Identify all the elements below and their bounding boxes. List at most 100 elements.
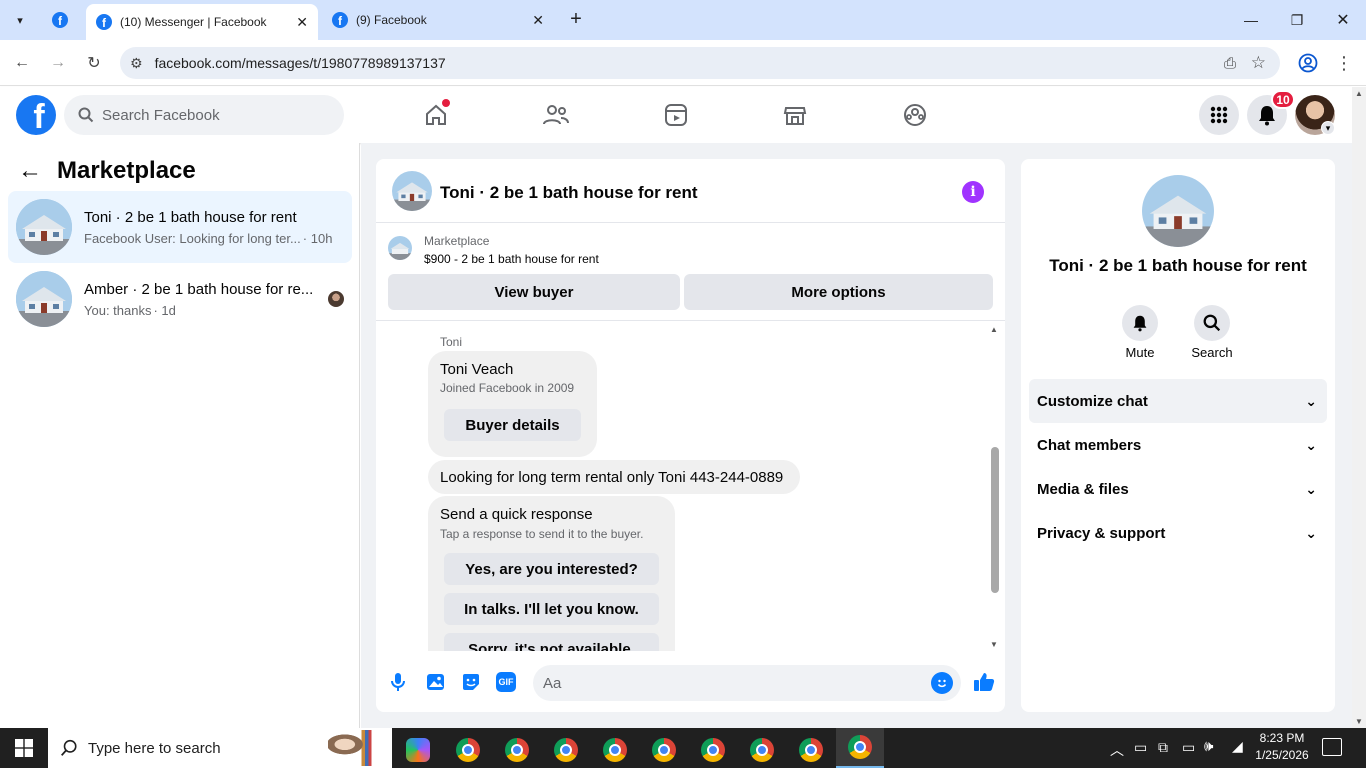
buyer-details-button[interactable]: Buyer details xyxy=(444,409,581,441)
chrome-profile-icon[interactable] xyxy=(740,732,784,768)
quick-response-option[interactable]: Yes, are you interested? xyxy=(444,553,659,585)
sticker-icon[interactable] xyxy=(460,671,482,693)
message-list[interactable]: Toni Toni Veach Joined Facebook in 2009 … xyxy=(376,321,1005,651)
scroll-up-icon[interactable]: ▲ xyxy=(990,325,998,334)
listing-title[interactable]: $900 - 2 be 1 bath house for rent xyxy=(424,252,599,266)
page-scrollbar[interactable]: ▲ ▼ xyxy=(1352,87,1366,728)
accordion-privacy-support[interactable]: Privacy & support ⌄ xyxy=(1029,511,1327,555)
address-bar[interactable]: ⚙ facebook.com/messages/t/19807789891371… xyxy=(120,47,1280,79)
chat-header-thumbnail[interactable] xyxy=(392,171,432,211)
network-icon[interactable]: ◢ xyxy=(1232,738,1243,755)
reload-icon[interactable]: ↻ xyxy=(80,49,108,77)
tab-search-chevron-icon[interactable]: ▾ xyxy=(8,8,32,32)
back-arrow-icon[interactable]: ← xyxy=(8,49,36,77)
seen-avatar xyxy=(328,291,344,307)
chevron-down-icon: ⌄ xyxy=(1305,524,1317,541)
search-facebook-input[interactable]: Search Facebook xyxy=(64,95,344,135)
scroll-thumb[interactable] xyxy=(991,447,999,593)
chat-title[interactable]: Toni · 2 be 1 bath house for rent xyxy=(440,183,698,203)
quick-response-option[interactable]: In talks. I'll let you know. xyxy=(444,593,659,625)
meet-now-icon[interactable]: ▭ xyxy=(1134,739,1147,756)
video-icon[interactable] xyxy=(660,99,692,131)
browser-tab-strip: ▾ f f (10) Messenger | Facebook ✕ f (9) … xyxy=(0,0,1366,40)
close-window-icon[interactable]: ✕ xyxy=(1320,0,1366,40)
copilot-icon[interactable] xyxy=(396,732,440,768)
chrome-profile-icon[interactable] xyxy=(789,732,833,768)
buyer-profile-card: Toni Veach Joined Facebook in 2009 Buyer… xyxy=(428,351,597,457)
view-buyer-button[interactable]: View buyer xyxy=(388,274,680,310)
listing-thumbnail xyxy=(16,271,72,327)
browser-toolbar: ← → ↻ ⚙ facebook.com/messages/t/19807789… xyxy=(0,40,1366,86)
mute-label[interactable]: Mute xyxy=(1110,345,1170,360)
chrome-profile-icon[interactable] xyxy=(495,732,539,768)
battery-icon[interactable]: ▭ xyxy=(1182,739,1195,756)
new-tab-icon[interactable]: + xyxy=(566,8,586,32)
scroll-down-icon[interactable]: ▼ xyxy=(990,640,998,649)
friends-icon[interactable] xyxy=(540,99,572,131)
bookmark-star-icon[interactable]: ☆ xyxy=(1251,53,1266,73)
accordion-customize-chat[interactable]: Customize chat ⌄ xyxy=(1029,379,1327,423)
divider xyxy=(376,222,1005,223)
listing-mini-thumbnail xyxy=(388,236,412,260)
more-options-button[interactable]: More options xyxy=(684,274,993,310)
quick-response-option[interactable]: Sorry, it's not available. xyxy=(444,633,659,651)
show-hidden-icons-chevron[interactable]: ︿ xyxy=(1110,740,1124,760)
chrome-icon[interactable] xyxy=(446,732,490,768)
photo-icon[interactable] xyxy=(424,671,446,693)
account-chevron-icon[interactable]: ▾ xyxy=(1321,121,1335,135)
accordion-label: Customize chat xyxy=(1037,392,1148,410)
menu-grid-icon[interactable] xyxy=(1199,95,1239,135)
search-icon[interactable] xyxy=(1194,305,1230,341)
info-icon[interactable]: i xyxy=(962,181,984,203)
gif-icon[interactable]: GIF xyxy=(496,672,516,692)
notification-center-icon[interactable] xyxy=(1322,738,1342,756)
conversation-time: · 1d xyxy=(153,302,176,318)
site-info-icon[interactable]: ⚙ xyxy=(130,55,143,72)
search-label[interactable]: Search xyxy=(1182,345,1242,360)
gaming-groups-icon[interactable] xyxy=(899,99,931,131)
mute-bell-icon[interactable] xyxy=(1122,305,1158,341)
taskbar-clock[interactable]: 8:23 PM 1/25/2026 xyxy=(1250,731,1314,762)
details-listing-photo[interactable] xyxy=(1142,175,1214,247)
chrome-active-window-icon[interactable] xyxy=(836,728,884,768)
home-notification-dot xyxy=(442,99,450,107)
close-tab-icon[interactable]: ✕ xyxy=(532,12,544,29)
chrome-profile-icon[interactable] xyxy=(642,732,686,768)
marketplace-icon[interactable] xyxy=(779,99,811,131)
tab-messenger[interactable]: f (10) Messenger | Facebook ✕ xyxy=(86,4,318,40)
conversation-sidebar: ← Marketplace Toni · 2 be 1 bath house f… xyxy=(0,143,360,728)
chrome-profile-icon[interactable] xyxy=(691,732,735,768)
install-app-icon[interactable]: ⎙ xyxy=(1224,55,1236,72)
back-arrow-icon[interactable]: ← xyxy=(18,157,46,185)
like-thumbs-up-icon[interactable] xyxy=(972,670,996,694)
restore-icon[interactable]: ❐ xyxy=(1274,0,1320,40)
scroll-up-icon[interactable]: ▲ xyxy=(1355,89,1363,98)
home-icon[interactable] xyxy=(420,99,452,131)
conversation-time: · 10h xyxy=(302,230,333,246)
chrome-profile-icon[interactable] xyxy=(544,732,588,768)
menu-kebab-icon[interactable]: ⋮ xyxy=(1330,49,1358,77)
conversation-item[interactable]: Amber · 2 be 1 bath house for re... You:… xyxy=(8,263,352,335)
accordion-media-files[interactable]: Media & files ⌄ xyxy=(1029,467,1327,511)
close-tab-icon[interactable]: ✕ xyxy=(296,14,308,31)
scroll-down-icon[interactable]: ▼ xyxy=(1355,717,1363,726)
chevron-down-icon: ⌄ xyxy=(1305,392,1317,409)
facebook-logo-icon[interactable]: f xyxy=(16,95,56,135)
windows-start-icon[interactable] xyxy=(0,728,48,768)
microphone-icon[interactable] xyxy=(388,671,408,693)
tab-facebook[interactable]: f (9) Facebook ✕ xyxy=(322,4,554,36)
conversation-item[interactable]: Toni · 2 be 1 bath house for rent Facebo… xyxy=(8,191,352,263)
chat-scrollbar[interactable]: ▲ ▼ xyxy=(988,325,1000,649)
message-input[interactable]: Aa xyxy=(533,665,961,701)
taskbar-search-box[interactable]: Type here to search xyxy=(48,728,392,768)
clock-time: 8:23 PM xyxy=(1259,731,1305,745)
emoji-icon[interactable] xyxy=(931,672,953,694)
screen-record-icon[interactable]: ⧉ xyxy=(1158,739,1168,756)
forward-arrow-icon[interactable]: → xyxy=(44,49,72,77)
minimize-icon[interactable]: — xyxy=(1228,0,1274,40)
profile-icon[interactable] xyxy=(1294,49,1322,77)
accordion-chat-members[interactable]: Chat members ⌄ xyxy=(1029,423,1327,467)
chrome-profile-icon[interactable] xyxy=(593,732,637,768)
volume-icon[interactable]: 🕪 xyxy=(1204,738,1213,755)
pinned-tab-facebook[interactable]: f xyxy=(52,12,68,28)
